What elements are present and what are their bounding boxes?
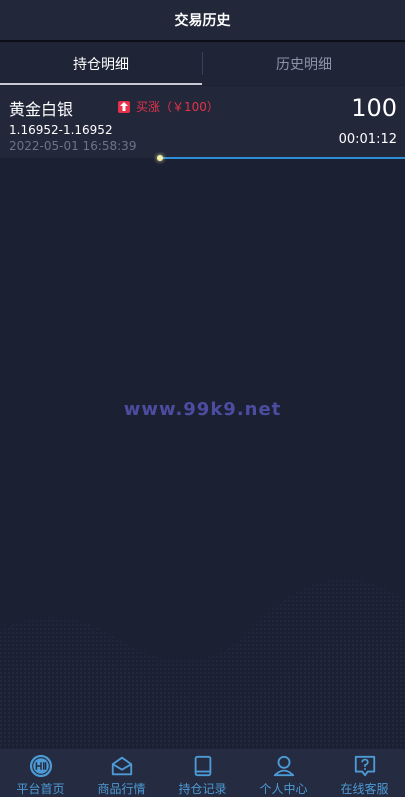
nav-home-label: 平台首页 — [16, 782, 65, 796]
position-amount: 100 — [351, 94, 397, 122]
bottom-nav: 平台首页 商品行情 持仓记录 个人中心 在线客服 — [0, 749, 405, 797]
price-range: 1.16952-1.16952 — [9, 123, 113, 137]
page-title: 交易历史 — [174, 13, 231, 29]
user-icon — [273, 755, 294, 777]
document-icon — [194, 755, 211, 777]
countdown-timer: 00:01:12 — [338, 132, 397, 147]
nav-market[interactable]: 商品行情 — [81, 749, 162, 797]
header-bar: 交易历史 — [0, 0, 405, 42]
arrow-up-icon — [118, 100, 130, 113]
direction-badge: 买涨（￥100） — [118, 98, 219, 115]
progress-line — [160, 157, 405, 159]
product-name: 黄金白银 — [9, 100, 74, 119]
home-logo-icon — [29, 754, 52, 778]
tab-bar: 持仓明细 历史明细 — [0, 42, 405, 85]
nav-positions-label: 持仓记录 — [178, 782, 227, 796]
nav-profile[interactable]: 个人中心 — [243, 749, 324, 797]
envelope-icon — [111, 756, 132, 776]
nav-support[interactable]: 在线客服 — [324, 749, 405, 797]
tab-holding-details[interactable]: 持仓明细 — [0, 42, 202, 85]
position-row[interactable]: 黄金白银 买涨（￥100） 1.16952-1.16952 2022-05-01… — [0, 86, 405, 158]
wave-background — [0, 579, 405, 750]
open-timestamp: 2022-05-01 16:58:39 — [9, 139, 137, 153]
watermark-text: www.99k9.net — [123, 399, 282, 420]
nav-profile-label: 个人中心 — [259, 782, 308, 796]
countdown-progress — [157, 155, 405, 161]
progress-dot — [157, 155, 163, 161]
help-chat-icon — [354, 755, 375, 777]
nav-positions[interactable]: 持仓记录 — [162, 749, 243, 797]
tab-history-details[interactable]: 历史明细 — [203, 42, 405, 85]
nav-home[interactable]: 平台首页 — [0, 749, 81, 797]
direction-label: 买涨（￥100） — [136, 100, 219, 114]
nav-support-label: 在线客服 — [340, 782, 389, 796]
nav-market-label: 商品行情 — [97, 782, 146, 796]
